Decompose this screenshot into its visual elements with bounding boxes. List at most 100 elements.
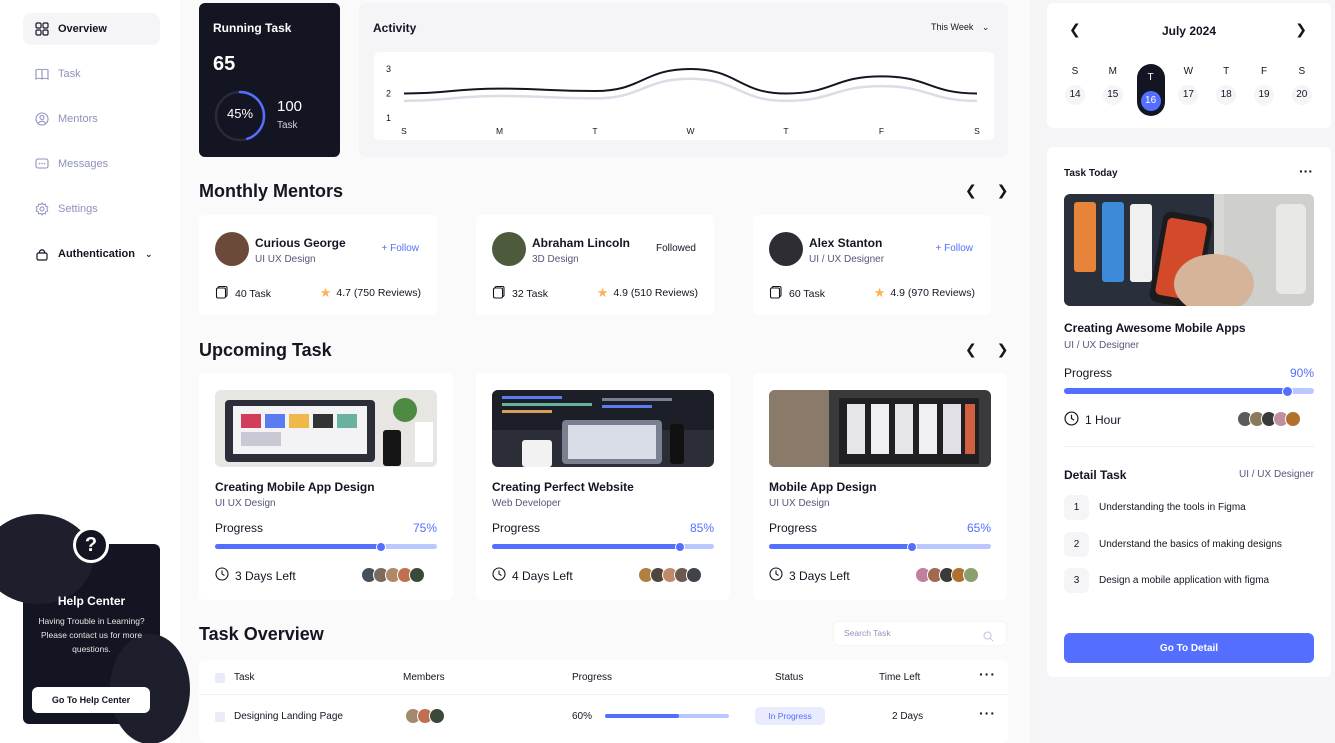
column-header-time-left: Time Left — [879, 672, 921, 683]
go-to-detail-button[interactable]: Go To Detail — [1064, 633, 1314, 663]
sidebar-item-label: Overview — [58, 23, 107, 35]
more-options-icon[interactable]: ··· — [1299, 163, 1313, 179]
mentor-rating: ★ 4.7 (750 Reviews) — [320, 285, 421, 301]
followed-button[interactable]: Followed — [656, 243, 696, 254]
time-left: 4 Days Left — [492, 567, 573, 584]
task-today-card: Task Today ··· Creating Awesome Mobile A… — [1047, 147, 1331, 677]
calendar-date[interactable]: 16 — [1140, 91, 1161, 111]
mentor-tasks: 40 Task — [215, 285, 271, 302]
clock-icon — [492, 567, 506, 584]
mentor-role: UI UX Design — [255, 254, 316, 265]
mentor-task-count: 40 Task — [235, 287, 271, 300]
sidebar-item-label: Settings — [58, 203, 98, 215]
book-icon — [34, 66, 50, 82]
task-today-subtitle: UI / UX Designer — [1064, 340, 1140, 351]
task-title: Creating Mobile App Design — [215, 480, 375, 494]
time-left: 3 Days Left — [769, 567, 850, 584]
chevron-down-icon: ⌄ — [145, 248, 153, 259]
sidebar-item-task[interactable]: Task — [23, 58, 160, 90]
chevron-left-icon[interactable]: ❮ — [965, 182, 977, 199]
running-task-count: 65 — [213, 53, 236, 75]
follow-button[interactable]: + Follow — [935, 243, 973, 254]
avatar — [409, 567, 425, 583]
task-icon — [215, 285, 229, 302]
help-center-text: Having Trouble in Learning? Please conta… — [38, 616, 145, 654]
calendar-date[interactable]: 19 — [1254, 85, 1274, 105]
row-more-options-icon[interactable]: ··· — [979, 705, 996, 721]
progress-label: Progress — [492, 521, 541, 535]
calendar: ❮ July 2024 ❯ S 14 M 15 T 16 W 17 T 18 F 19 S 20 — [1047, 3, 1331, 128]
progress-value: 85% — [689, 521, 714, 535]
running-task-total: 100 — [277, 98, 303, 115]
sidebar-item-authentication[interactable]: Authentication ⌄ — [23, 238, 160, 270]
running-task-percent: 45% — [226, 106, 254, 121]
calendar-date[interactable]: 15 — [1102, 85, 1123, 105]
detail-step: 1 Understanding the tools in Figma — [1064, 495, 1246, 520]
mentor-card[interactable]: Abraham Lincoln 3D Design Followed 32 Ta… — [476, 215, 714, 315]
activity-chart: 1 2 3 S M T W T F S — [374, 52, 994, 140]
mentor-rating-text: 4.9 (970 Reviews) — [890, 287, 975, 299]
chevron-left-icon[interactable]: ❮ — [965, 341, 977, 358]
y-tick-label: 3 — [386, 64, 391, 74]
upcoming-task-card[interactable]: Creating Mobile App Design UI UX Design … — [199, 373, 453, 600]
progress-fill — [492, 541, 685, 552]
sidebar-item-mentors[interactable]: Mentors — [23, 103, 160, 135]
time-left: 1 Hour — [1064, 411, 1121, 429]
upcoming-task-card[interactable]: Mobile App Design UI UX Design Progress … — [753, 373, 1007, 600]
calendar-day[interactable]: T 18 — [1212, 58, 1240, 105]
calendar-day[interactable]: S 20 — [1288, 58, 1316, 105]
more-options-icon[interactable]: ··· — [979, 666, 996, 682]
calendar-day[interactable]: F 19 — [1250, 58, 1278, 105]
progress-bar — [215, 541, 437, 552]
question-icon: ? — [73, 527, 109, 563]
sidebar-item-messages[interactable]: Messages — [23, 148, 160, 180]
task-icon — [492, 285, 506, 302]
gear-icon — [34, 201, 50, 217]
activity-range-select[interactable]: This Week ⌄ — [931, 22, 989, 33]
calendar-date[interactable]: 20 — [1291, 85, 1312, 105]
chevron-right-icon[interactable]: ❯ — [1295, 21, 1307, 38]
calendar-month: July 2024 — [1161, 24, 1217, 38]
x-tick-label: S — [974, 126, 980, 136]
row-checkbox[interactable] — [215, 712, 225, 722]
calendar-date[interactable]: 14 — [1065, 85, 1085, 105]
calendar-day[interactable]: M 15 — [1099, 58, 1127, 105]
calendar-date[interactable]: 18 — [1216, 85, 1237, 105]
sidebar-item-label: Authentication — [58, 248, 135, 260]
mentor-rating: ★ 4.9 (510 Reviews) — [597, 285, 698, 301]
search-icon — [983, 628, 994, 651]
calendar-day[interactable]: T 16 — [1136, 64, 1165, 116]
avatar — [429, 708, 445, 724]
x-tick-label: T — [592, 126, 597, 136]
chevron-right-icon[interactable]: ❯ — [997, 182, 1009, 199]
mentor-card[interactable]: Alex Stanton UI / UX Designer + Follow 6… — [753, 215, 991, 315]
select-all-checkbox[interactable] — [215, 673, 225, 683]
mentor-card[interactable]: Curious George UI UX Design + Follow 40 … — [199, 215, 437, 315]
chevron-right-icon[interactable]: ❯ — [997, 341, 1009, 358]
search-input[interactable]: Search Task — [833, 621, 1007, 646]
go-to-help-center-button[interactable]: Go To Help Center — [32, 687, 150, 713]
progress-label: Progress — [215, 521, 264, 535]
row-progress-bar — [605, 714, 729, 718]
running-task-card: Running Task 65 45% 100 Task — [199, 3, 340, 157]
star-icon: ★ — [596, 285, 609, 300]
calendar-day-name: S — [1298, 66, 1306, 77]
step-number: 3 — [1064, 568, 1089, 593]
chevron-down-icon: ⌄ — [981, 22, 990, 32]
progress-value: 90% — [1289, 366, 1314, 380]
upcoming-task-title: Upcoming Task — [199, 340, 332, 360]
calendar-day[interactable]: S 14 — [1061, 58, 1089, 105]
upcoming-task-card[interactable]: Creating Perfect Website Web Developer P… — [476, 373, 730, 600]
sidebar-item-overview[interactable]: Overview — [23, 13, 160, 45]
progress-bar — [492, 541, 714, 552]
column-header-members: Members — [403, 672, 445, 683]
follow-button[interactable]: + Follow — [381, 243, 419, 254]
sidebar-item-settings[interactable]: Settings — [23, 193, 160, 225]
detail-task-role: UI / UX Designer — [1238, 469, 1314, 480]
calendar-day[interactable]: W 17 — [1174, 58, 1202, 105]
upcoming-pager: ❮ ❯ — [965, 341, 1008, 358]
mentor-rating-text: 4.9 (510 Reviews) — [613, 287, 698, 299]
calendar-date[interactable]: 17 — [1178, 85, 1199, 105]
mentor-task-count: 60 Task — [789, 287, 825, 300]
task-subtitle: UI UX Design — [215, 498, 276, 509]
